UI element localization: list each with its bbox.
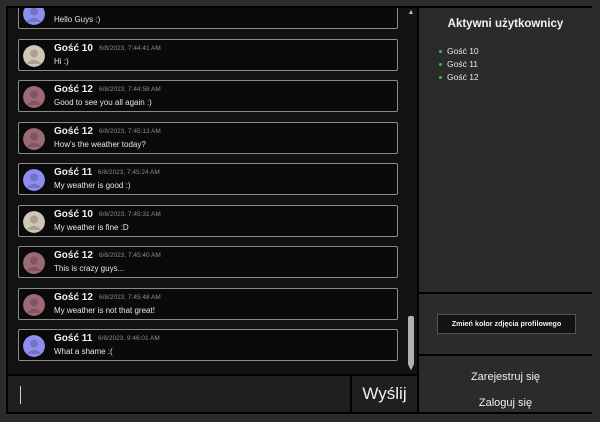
bullet-icon — [439, 63, 442, 66]
user-name: Gość 12 — [447, 72, 479, 82]
user-name: Gość 11 — [447, 59, 479, 69]
list-item: Gość 12 6/8/2023, 7:45:40 AM This is crazy… — [18, 246, 398, 278]
message-timestamp: 6/8/2023, 7:45:24 AM — [98, 169, 160, 176]
user-name: Gość 10 — [447, 46, 479, 56]
message-input[interactable] — [8, 374, 352, 412]
avatar — [23, 127, 45, 150]
list-item: Gość 10 6/8/2023, 7:44:41 AM Hi :) — [18, 38, 398, 71]
active-users-title: Aktywni użytkownicy — [447, 18, 564, 30]
active-users-panel: Aktywni użytkownicy Gość 10 Gość 11 Gość… — [419, 8, 592, 294]
scroll-down-icon[interactable]: ▼ — [407, 365, 415, 373]
message-text: Good to see you all again :) — [54, 98, 152, 107]
message-text: How's the weather today? — [54, 139, 146, 149]
register-button[interactable]: Zarejestruj się — [419, 371, 592, 383]
list-item: Gość 11 6/8/2023, 7:45:24 AM My weather is… — [18, 163, 398, 195]
list-item: Gość 10 — [439, 46, 479, 59]
scroll-thumb[interactable] — [408, 316, 414, 366]
message-timestamp: 6/8/2023, 9:46:01 AM — [98, 335, 160, 342]
list-item: Gość 12 6/8/2023, 7:45:48 AM My weather is… — [18, 287, 398, 320]
message-text: This is crazy guys... — [54, 264, 125, 273]
scroll-up-icon[interactable]: ▲ — [407, 9, 415, 17]
message-text: Hello Guys :) — [54, 15, 101, 24]
message-timestamp: 6/8/2023, 7:45:13 AM — [99, 127, 161, 135]
message-author: Gość 11 — [54, 167, 93, 178]
avatar — [23, 210, 45, 233]
message-author: Gość 11 — [54, 333, 93, 344]
message-author: Gość 12 — [54, 291, 93, 303]
message-text: Hi :) — [54, 56, 69, 66]
avatar — [23, 293, 45, 316]
avatar — [23, 169, 45, 191]
avatar — [23, 8, 45, 25]
message-author: Gość 12 — [54, 250, 93, 261]
message-timestamp: 6/8/2023, 7:45:40 AM — [99, 252, 161, 259]
text-caret — [20, 386, 21, 404]
message-author: Gość 10 — [54, 208, 93, 220]
chat-panel: Hello Guys :) Gość 10 6/8/2023, 7:44:41 AM… — [8, 8, 419, 374]
app-window: Hello Guys :) Gość 10 6/8/2023, 7:44:41 AM… — [6, 6, 592, 414]
message-timestamp: 6/8/2023, 7:44:58 AM — [99, 86, 161, 93]
send-button[interactable]: Wyślij — [352, 374, 419, 412]
active-users-list: Gość 10 Gość 11 Gość 12 — [439, 46, 479, 85]
list-item: Gość 12 — [439, 72, 479, 85]
message-author: Gość 12 — [54, 125, 93, 137]
profile-color-panel: Zmień kolor zdjęcia profilowego — [419, 294, 592, 356]
list-item: Gość 12 6/8/2023, 7:44:58 AM Good to see y… — [18, 80, 398, 112]
list-item: Hello Guys :) — [18, 8, 398, 29]
avatar — [23, 252, 45, 274]
message-text: My weather is good :) — [54, 181, 131, 190]
bullet-icon — [439, 76, 442, 79]
bullet-icon — [439, 50, 442, 53]
change-avatar-color-button[interactable]: Zmień kolor zdjęcia profilowego — [437, 314, 576, 334]
message-author: Gość 12 — [54, 84, 93, 95]
login-button[interactable]: Zaloguj się — [419, 397, 592, 409]
list-item: Gość 12 6/8/2023, 7:45:13 AM How's the wea… — [18, 121, 398, 154]
message-text: My weather is not that great! — [54, 305, 155, 315]
chat-scrollbar[interactable]: ▲ ▼ — [406, 8, 416, 374]
message-timestamp: 6/8/2023, 7:45:48 AM — [99, 293, 161, 301]
message-timestamp: 6/8/2023, 7:44:41 AM — [99, 44, 161, 52]
message-text: What a shame :( — [54, 347, 113, 356]
auth-panel: Zarejestruj się Zaloguj się — [419, 356, 592, 412]
list-item: Gość 10 6/8/2023, 7:45:31 AM My weather is… — [18, 204, 398, 237]
message-author: Gość 10 — [54, 42, 93, 54]
message-text: My weather is fine :D — [54, 222, 129, 232]
list-item: Gość 11 — [439, 59, 479, 72]
message-timestamp: 6/8/2023, 7:45:31 AM — [99, 210, 161, 218]
avatar — [23, 86, 45, 108]
avatar — [23, 335, 45, 357]
list-item: Gość 11 6/8/2023, 9:46:01 AM What a shame … — [18, 329, 398, 361]
avatar — [23, 44, 45, 67]
